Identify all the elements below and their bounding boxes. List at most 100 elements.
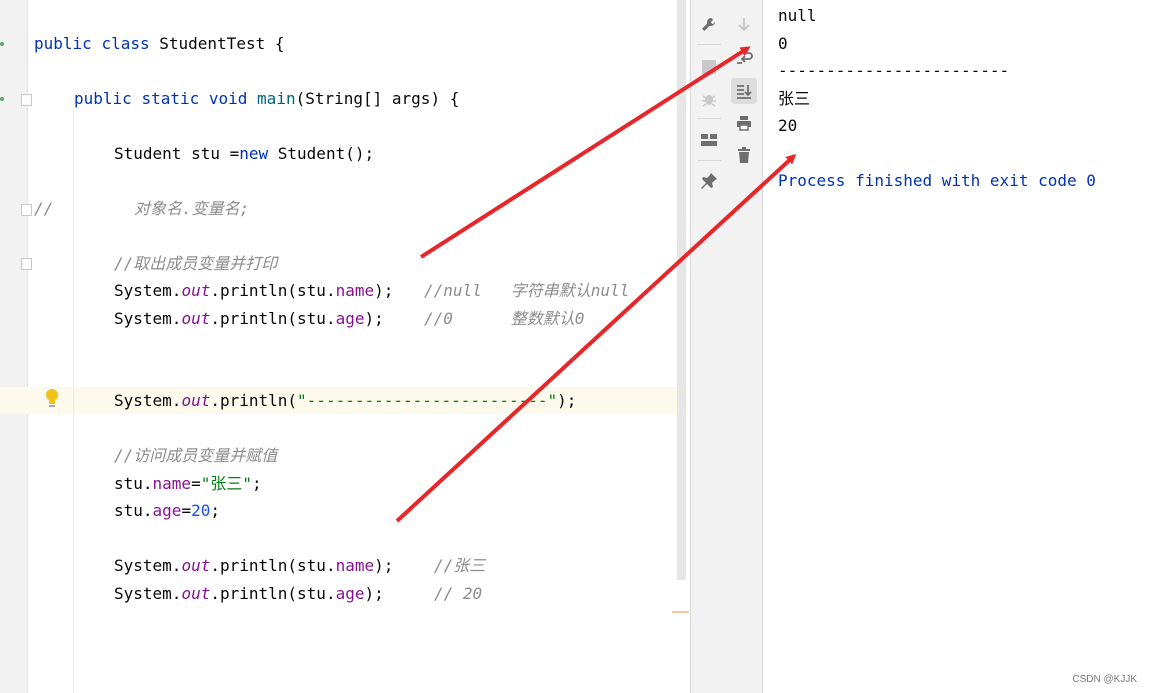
code-comment-name[interactable]: //张三	[434, 555, 485, 577]
code-line-assign-name[interactable]: stu.name="张三";	[114, 473, 262, 495]
code-text: .println(	[210, 391, 298, 410]
keyword: static	[141, 89, 200, 108]
code-line-print-age-2[interactable]: System.out.println(stu.age);	[114, 583, 384, 605]
number-literal: 20	[191, 501, 211, 520]
code-text: Student stu =	[114, 144, 240, 163]
code-text: );	[364, 309, 384, 328]
code-text: .println(stu.	[210, 309, 336, 328]
console-line: 0	[778, 34, 788, 53]
toolbar-separator	[697, 44, 721, 45]
lightbulb-icon[interactable]	[44, 388, 60, 412]
static-field: out	[181, 556, 211, 575]
stop-icon[interactable]	[696, 54, 722, 80]
scroll-to-end-icon[interactable]	[731, 78, 757, 104]
code-line-comment-text[interactable]: 对象名.变量名;	[134, 198, 249, 220]
run-toolbar-left	[690, 0, 727, 693]
code-line-comment-get[interactable]: //取出成员变量并打印	[114, 253, 277, 275]
comment: 对象名.变量名;	[134, 199, 250, 218]
comment: //null 字符串默认null	[424, 281, 630, 300]
layout-icon[interactable]	[696, 127, 722, 153]
fold-toggle-main[interactable]	[21, 94, 32, 106]
code-text: System.	[114, 556, 182, 575]
brace: {	[265, 34, 285, 53]
field: name	[335, 556, 375, 575]
code-comment-zero[interactable]: //0 整数默认0	[424, 308, 584, 330]
code-text: System.	[114, 391, 182, 410]
run-main-marker[interactable]	[0, 97, 4, 101]
keyword: new	[239, 144, 269, 163]
code-text: );	[374, 281, 394, 300]
code-line-main[interactable]: public static void main(String[] args) {	[74, 88, 459, 110]
print-icon[interactable]	[731, 110, 757, 136]
code-text: );	[374, 556, 394, 575]
console-output[interactable]: null 0 ------------------------ 张三 20 Pr…	[763, 0, 1153, 693]
field: age	[335, 584, 365, 603]
process-finished-message: Process finished with exit code 0	[778, 171, 1096, 190]
code-line-print-age[interactable]: System.out.println(stu.age);	[114, 308, 384, 330]
code-line-print-name-2[interactable]: System.out.println(stu.name);	[114, 555, 393, 577]
comment: //张三	[434, 556, 486, 575]
code-text: System.	[114, 281, 182, 300]
debug-icon[interactable]	[696, 86, 722, 112]
field: name	[335, 281, 375, 300]
console-line: null	[778, 6, 817, 25]
code-text: =	[181, 501, 192, 520]
soft-wrap-icon[interactable]	[731, 45, 757, 71]
run-toolbar-right	[726, 0, 763, 693]
run-class-marker[interactable]	[0, 42, 4, 46]
code-text: );	[364, 584, 384, 603]
static-field: out	[181, 281, 211, 300]
class-name: StudentTest	[159, 34, 266, 53]
arrow-down-icon[interactable]	[731, 12, 757, 38]
code-line-comment-set[interactable]: //访问成员变量并赋值	[114, 445, 277, 467]
code-line-new-student[interactable]: Student stu =new Student();	[114, 143, 374, 165]
code-text: ;	[210, 501, 220, 520]
keyword: public	[74, 89, 132, 108]
watermark: CSDN @KJJK	[1072, 674, 1137, 685]
code-line-assign-age[interactable]: stu.age=20;	[114, 500, 220, 522]
pin-icon[interactable]	[696, 168, 722, 194]
code-text: System.	[114, 309, 182, 328]
field: age	[335, 309, 365, 328]
code-editor[interactable]: public class StudentTest { public static…	[0, 0, 689, 693]
code-line-comment-slashes[interactable]: //	[34, 198, 53, 220]
comment: //取出成员变量并打印	[114, 254, 278, 273]
code-text: .println(stu.	[210, 281, 336, 300]
static-field: out	[181, 309, 211, 328]
toolbar-separator	[697, 118, 721, 119]
method-name: main	[257, 89, 296, 108]
fold-toggle-end[interactable]	[21, 258, 32, 270]
comment: // 20	[434, 584, 483, 603]
fold-toggle-comment[interactable]	[21, 204, 32, 216]
code-comment-age[interactable]: // 20	[434, 583, 482, 605]
code-line-print-separator[interactable]: System.out.println("--------------------…	[114, 390, 576, 412]
code-comment-null[interactable]: //null 字符串默认null	[424, 280, 629, 302]
code-text: Student();	[268, 144, 375, 163]
code-text: stu.	[114, 474, 153, 493]
code-text: .println(stu.	[210, 584, 336, 603]
keyword: void	[208, 89, 248, 108]
code-text: .println(stu.	[210, 556, 336, 575]
editor-scrollbar[interactable]	[677, 0, 686, 580]
code-text: );	[557, 391, 577, 410]
code-text: stu.	[114, 501, 153, 520]
code-line-print-name[interactable]: System.out.println(stu.name);	[114, 280, 393, 302]
string-literal: "-------------------------"	[297, 391, 558, 410]
static-field: out	[181, 391, 211, 410]
code-text: ;	[251, 474, 262, 493]
comment: //	[34, 199, 54, 218]
string-literal: "张三"	[200, 474, 252, 493]
trash-icon[interactable]	[731, 142, 757, 168]
console-line: ------------------------	[778, 61, 1010, 80]
keyword: class	[101, 34, 150, 53]
wrench-icon[interactable]	[696, 12, 722, 38]
keyword: public	[34, 34, 92, 53]
comment: //0 整数默认0	[424, 309, 585, 328]
static-field: out	[181, 584, 211, 603]
scroll-marker	[672, 611, 689, 613]
console-line: 20	[778, 116, 798, 135]
params: (String[] args) {	[295, 89, 460, 108]
code-line-class[interactable]: public class StudentTest {	[34, 33, 284, 55]
comment: //访问成员变量并赋值	[114, 446, 278, 465]
indent-guide	[73, 110, 74, 693]
